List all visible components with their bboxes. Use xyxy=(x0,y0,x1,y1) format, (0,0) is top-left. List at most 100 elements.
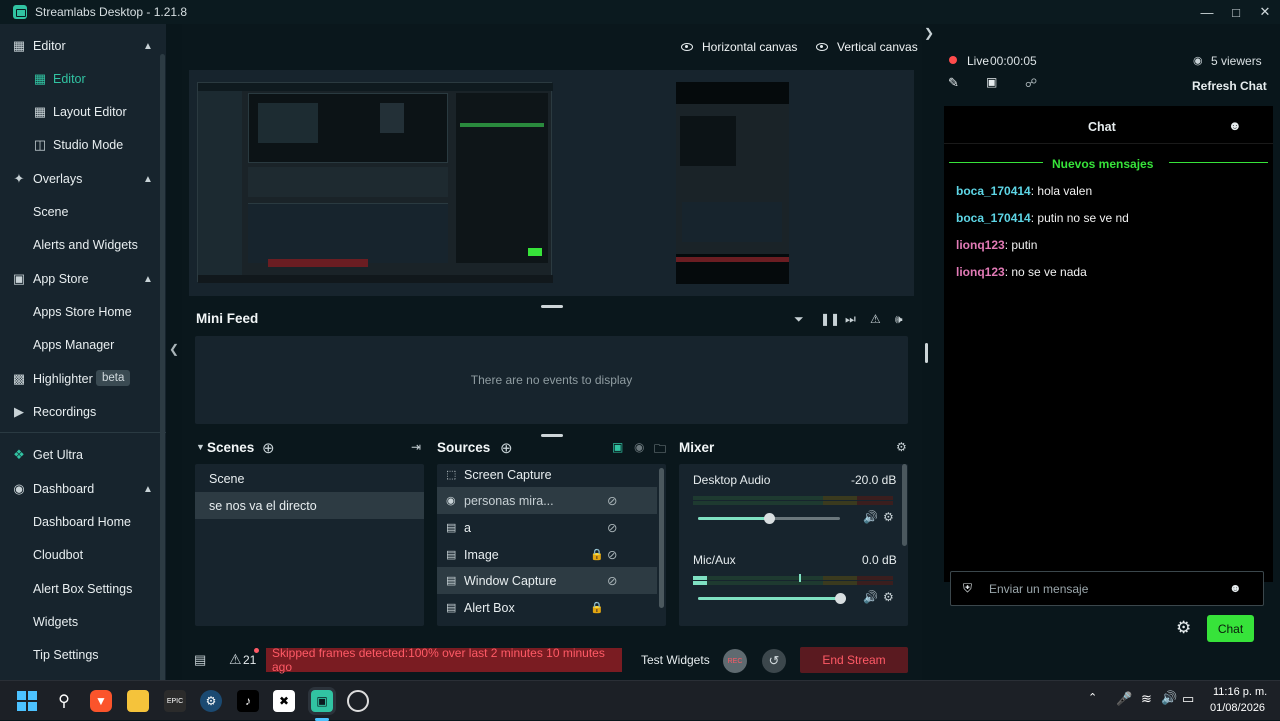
sidebar-item-widgets[interactable]: Widgets xyxy=(0,607,166,637)
filter-icon[interactable]: ⏷ xyxy=(794,312,804,327)
mute-notifications-icon[interactable]: ⚠ xyxy=(870,312,881,326)
volume-slider-knob[interactable] xyxy=(764,513,775,524)
source-item[interactable]: ◉ personas mira... ⊘ xyxy=(437,487,657,514)
speaker-icon[interactable]: 🔊 xyxy=(863,510,878,524)
clip-icon[interactable]: ▣ xyxy=(986,75,997,89)
maximize-button[interactable]: □ xyxy=(1221,0,1251,24)
sidebar-item-layout-editor[interactable]: ▦ Layout Editor xyxy=(0,97,166,127)
chevron-up-icon[interactable]: ⌃ xyxy=(1088,691,1097,704)
source-item[interactable]: ▤ Alert Box 🔒 xyxy=(437,594,657,621)
dual-output-icon[interactable]: ▣ xyxy=(612,440,623,454)
visibility-hidden-icon[interactable]: ⊘ xyxy=(607,573,617,588)
clock-time[interactable]: 11:16 p. m. xyxy=(1213,686,1267,698)
chevron-right-icon[interactable]: ❯ xyxy=(924,26,934,40)
gear-icon[interactable]: ⚙ xyxy=(883,510,894,524)
add-scene-icon[interactable]: ⊕ xyxy=(262,439,275,457)
pause-icon[interactable]: ❚❚ xyxy=(820,312,840,326)
tiktok-icon[interactable]: ♪ xyxy=(237,690,259,712)
chat-username[interactable]: boca_170414 xyxy=(956,211,1031,225)
record-button[interactable]: REC xyxy=(723,649,747,673)
chevron-left-icon[interactable]: ❮ xyxy=(169,342,179,356)
sidebar-item-app-store[interactable]: ▣ App Store ▲ xyxy=(0,264,166,294)
microphone-icon[interactable]: 🎤 xyxy=(1116,691,1132,707)
share-icon[interactable]: ☍ xyxy=(1025,76,1037,90)
chat-username[interactable]: lionq123 xyxy=(956,238,1005,252)
speaker-icon[interactable]: 🔊 xyxy=(863,590,878,604)
chevron-down-icon[interactable]: ▼ xyxy=(196,442,205,452)
sidebar-item-cloudbot[interactable]: Cloudbot xyxy=(0,540,166,570)
source-item[interactable]: ▤ Window Capture ⊘ xyxy=(437,567,657,594)
sidebar-item-editor-group[interactable]: ▦ Editor ▲ xyxy=(0,31,166,61)
resize-handle[interactable] xyxy=(541,305,563,308)
sidebar-item-alert-box-settings[interactable]: Alert Box Settings xyxy=(0,574,166,604)
sidebar-item-highlighter[interactable]: ▩ Highlighter beta xyxy=(0,364,166,394)
source-item[interactable]: ▤ a ⊘ xyxy=(437,514,657,541)
visibility-hidden-icon[interactable]: ⊘ xyxy=(607,547,617,562)
horizontal-canvas-toggle[interactable]: Horizontal canvas xyxy=(681,40,797,54)
sidebar-item-scene[interactable]: Scene xyxy=(0,197,166,227)
sidebar-item-apps-manager[interactable]: Apps Manager xyxy=(0,330,166,360)
refresh-chat-button[interactable]: Refresh Chat xyxy=(1192,79,1267,93)
user-list-icon[interactable]: ☻ xyxy=(1228,118,1242,133)
mixer-scrollbar[interactable] xyxy=(902,464,907,546)
sidebar-item-get-ultra[interactable]: ❖ Get Ultra xyxy=(0,440,166,470)
sources-scrollbar[interactable] xyxy=(659,468,664,608)
collapse-scenes-icon[interactable]: ⇥ xyxy=(411,440,421,454)
brave-browser-icon[interactable]: ▼ xyxy=(90,690,112,712)
battery-icon[interactable]: ▭ xyxy=(1182,691,1194,707)
scene-item[interactable]: Scene xyxy=(195,465,424,492)
sidebar-item-tip-settings[interactable]: Tip Settings xyxy=(0,640,166,670)
pencil-icon[interactable]: ✎ xyxy=(948,75,959,91)
scene-item-selected[interactable]: se nos va el directo xyxy=(195,492,424,519)
sidebar-item-apps-store-home[interactable]: Apps Store Home xyxy=(0,297,166,327)
sidebar-item-editor[interactable]: ▦ Editor xyxy=(0,64,166,94)
sidebar-item-recordings[interactable]: ▶ Recordings xyxy=(0,397,166,427)
capcut-icon[interactable]: ✖ xyxy=(273,690,295,712)
end-stream-button[interactable]: End Stream xyxy=(800,647,908,673)
volume-icon[interactable]: 🕪 xyxy=(895,312,903,327)
replay-buffer-button[interactable]: ↺ xyxy=(762,649,786,673)
sidebar-scrollbar[interactable] xyxy=(160,54,165,680)
chat-settings-gear-icon[interactable]: ⚙ xyxy=(1176,618,1191,638)
alert-triangle-icon[interactable]: ⚠ xyxy=(229,651,242,668)
gear-icon[interactable]: ⚙ xyxy=(883,590,894,604)
visibility-hidden-icon[interactable]: ⊘ xyxy=(607,520,617,535)
resize-handle[interactable] xyxy=(541,434,563,437)
visibility-hidden-icon[interactable]: ⊘ xyxy=(607,493,617,508)
stats-icon[interactable]: ▤ xyxy=(194,652,206,668)
skip-icon[interactable]: ⏭ xyxy=(845,312,856,327)
search-icon[interactable]: ⚲ xyxy=(53,690,75,712)
add-source-icon[interactable]: ⊕ xyxy=(500,439,513,457)
add-folder-icon[interactable]: 🗀 xyxy=(654,440,666,461)
sidebar-item-alerts-widgets[interactable]: Alerts and Widgets xyxy=(0,230,166,260)
obs-icon[interactable] xyxy=(347,690,369,712)
volume-slider-knob[interactable] xyxy=(835,593,846,604)
minimize-button[interactable]: — xyxy=(1192,0,1222,24)
vertical-canvas-preview[interactable] xyxy=(676,82,789,284)
emoji-icon[interactable]: ☻ xyxy=(1229,581,1242,595)
chat-send-button[interactable]: Chat xyxy=(1207,615,1254,642)
chat-message-input[interactable]: ⛨ Enviar un mensaje ☻ xyxy=(950,571,1264,606)
chat-username[interactable]: lionq123 xyxy=(956,265,1005,279)
vertical-canvas-toggle[interactable]: Vertical canvas xyxy=(816,40,918,54)
chat-username[interactable]: boca_170414 xyxy=(956,184,1031,198)
studio-preview[interactable] xyxy=(189,70,914,296)
sidebar-item-dashboard[interactable]: ◉ Dashboard ▲ xyxy=(0,474,166,504)
clock-date[interactable]: 01/08/2026 xyxy=(1210,702,1265,714)
source-item[interactable]: ▤ Image 🔒 ⊘ xyxy=(437,541,657,568)
sidebar-item-dashboard-home[interactable]: Dashboard Home xyxy=(0,507,166,537)
source-item[interactable]: ⬚ Screen Capture xyxy=(437,461,657,488)
horizontal-canvas-preview[interactable] xyxy=(197,82,553,283)
file-explorer-icon[interactable] xyxy=(127,690,149,712)
gear-icon[interactable]: ⚙ xyxy=(896,440,907,454)
selective-recording-icon[interactable]: ◉ xyxy=(634,440,644,454)
lock-icon[interactable]: 🔒 xyxy=(590,601,604,614)
skipped-frames-warning[interactable]: Skipped frames detected:100% over last 2… xyxy=(266,646,622,674)
lock-icon[interactable]: 🔒 xyxy=(590,548,604,561)
steam-icon[interactable]: ⚙ xyxy=(200,690,222,712)
test-widgets-button[interactable]: Test Widgets xyxy=(641,653,710,667)
sidebar-item-studio-mode[interactable]: ◫ Studio Mode xyxy=(0,130,166,160)
sidebar-item-overlays[interactable]: ✦ Overlays ▲ xyxy=(0,164,166,194)
windows-start-icon[interactable] xyxy=(16,690,38,712)
close-button[interactable]: ✕ xyxy=(1250,0,1280,24)
